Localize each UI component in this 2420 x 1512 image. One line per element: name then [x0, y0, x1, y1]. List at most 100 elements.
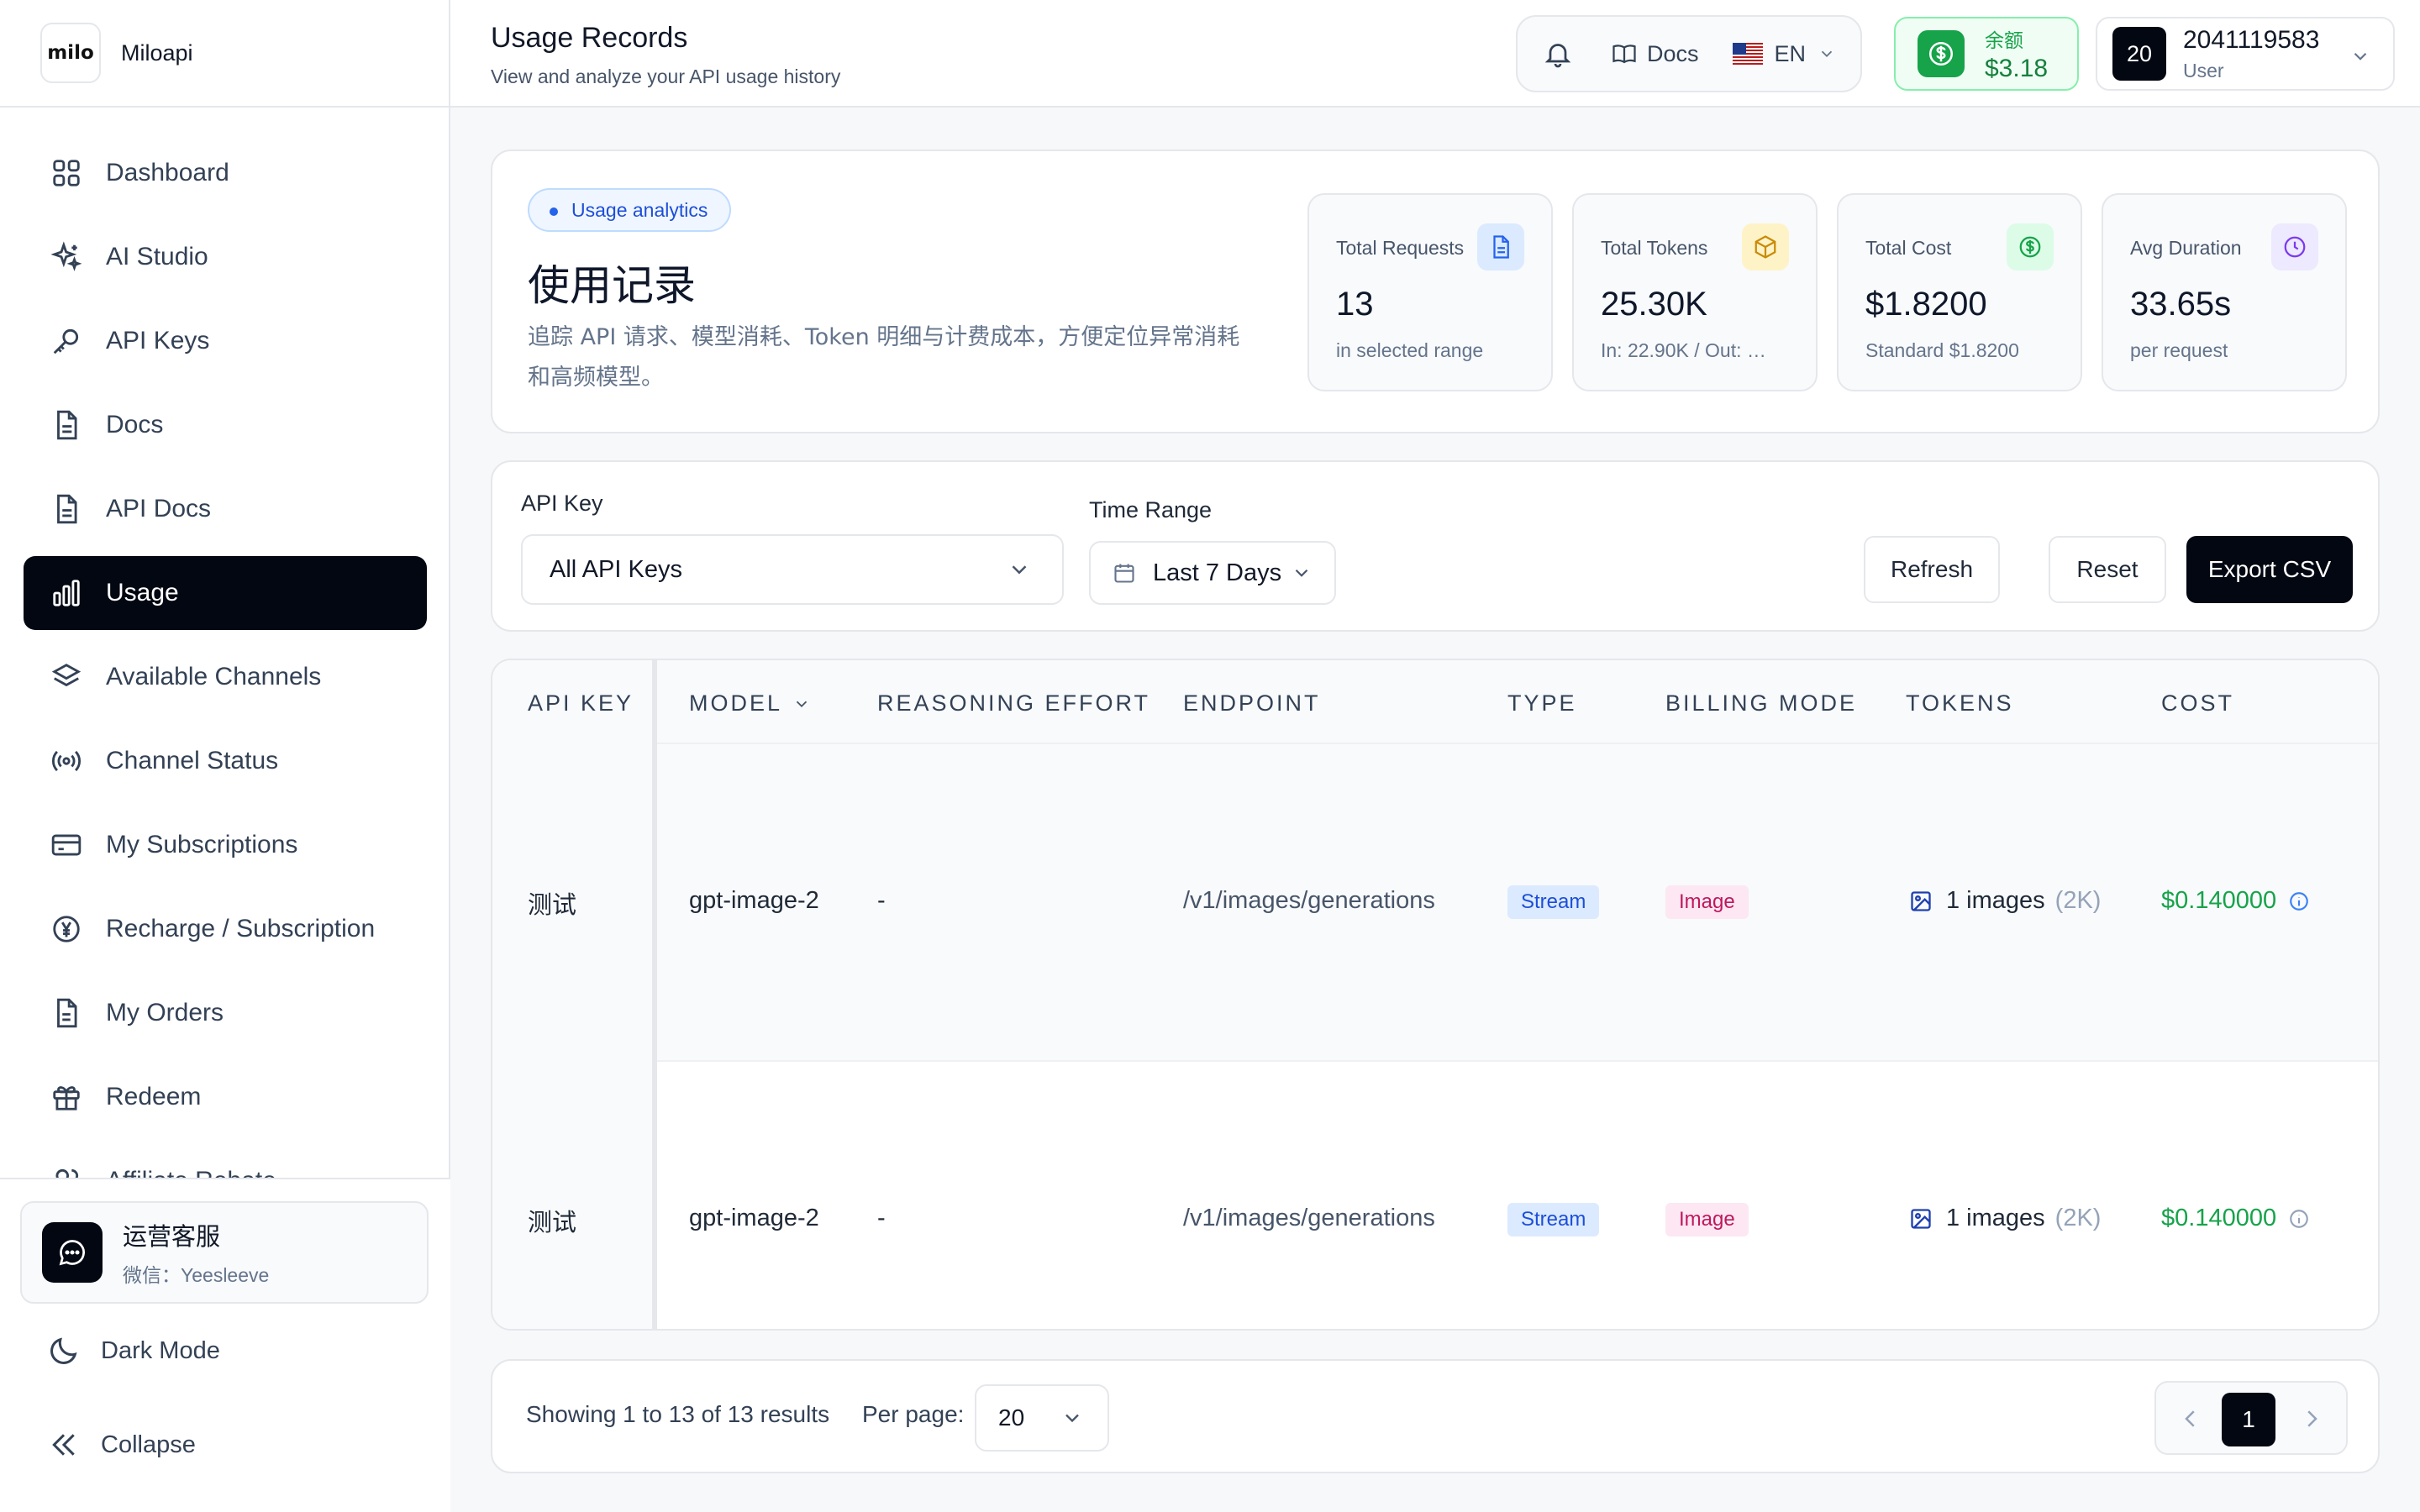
- time-range-value: Last 7 Days: [1153, 559, 1282, 586]
- refresh-button[interactable]: Refresh: [1864, 536, 2000, 603]
- sidebar-item-label: My Subscriptions: [106, 831, 298, 858]
- per-page-value: 20: [998, 1404, 1025, 1431]
- cell-tokens: 1 images (2K): [1909, 1205, 2101, 1232]
- chevron-left-icon[interactable]: [2178, 1406, 2203, 1431]
- balance-label: 余额: [1985, 29, 2023, 51]
- brand[interactable]: milo Miloapi: [0, 0, 449, 108]
- table-row[interactable]: [492, 1062, 2378, 1329]
- cell-api-key: 测试: [528, 1210, 577, 1236]
- summary-title: 使用记录: [528, 261, 696, 310]
- stat-subtitle: in selected range: [1336, 339, 1484, 361]
- stat-subtitle: per request: [2130, 339, 2228, 361]
- credit-card-icon: [50, 829, 82, 861]
- balance-badge[interactable]: 余额 $3.18: [1894, 17, 2079, 91]
- bell-icon[interactable]: [1543, 39, 1573, 69]
- avatar: 20: [2112, 27, 2166, 81]
- sidebar-item-label: Affiliate Rebate: [106, 1167, 276, 1178]
- clock-icon: [2271, 223, 2318, 270]
- type-badge: Stream: [1507, 885, 1600, 919]
- page-button-current[interactable]: 1: [2222, 1393, 2275, 1446]
- sidebar-item-affiliate[interactable]: Affiliate Rebate: [24, 1144, 427, 1178]
- stat-label: Total Cost: [1865, 237, 1952, 259]
- sidebar-item-my-orders[interactable]: My Orders: [24, 976, 427, 1050]
- cell-model: gpt-image-2: [689, 887, 819, 914]
- column-header-reasoning-effort: REASONING EFFORT: [877, 690, 1151, 716]
- cell-tokens: 1 images (2K): [1909, 887, 2101, 915]
- stat-value: 33.65s: [2130, 286, 2232, 323]
- language-label: EN: [1774, 40, 1807, 66]
- support-card[interactable]: 运营客服 微信：Yeesleeve: [20, 1201, 429, 1304]
- info-icon[interactable]: [2288, 890, 2310, 912]
- cell-reasoning-effort: -: [877, 1205, 886, 1231]
- sidebar-item-label: Dashboard: [106, 159, 229, 186]
- user-name: 2041119583: [2183, 25, 2320, 54]
- top-header: Usage Records View and analyze your API …: [450, 0, 2420, 108]
- sidebar-item-dashboard[interactable]: Dashboard: [24, 136, 427, 210]
- sidebar-item-api-keys[interactable]: API Keys: [24, 304, 427, 378]
- dollar-icon: [1918, 30, 1965, 77]
- api-key-select-value: All API Keys: [550, 555, 682, 583]
- user-menu[interactable]: 20 2041119583 User: [2096, 17, 2395, 91]
- sidebar-item-recharge[interactable]: Recharge / Subscription: [24, 892, 427, 966]
- moon-icon: [47, 1334, 81, 1368]
- sidebar-footer: 运营客服 微信：Yeesleeve Dark Mode Collapse: [0, 1178, 450, 1512]
- page-navigation: 1: [2154, 1381, 2348, 1455]
- chevron-down-icon: [1060, 1406, 1084, 1430]
- export-csv-button[interactable]: Export CSV: [2186, 536, 2353, 603]
- dark-mode-toggle[interactable]: Dark Mode: [47, 1334, 220, 1368]
- column-header-label: MODEL: [689, 690, 783, 716]
- per-page-select[interactable]: 20: [975, 1384, 1109, 1452]
- stat-label: Avg Duration: [2130, 237, 2242, 259]
- tokens-value: 1 images: [1946, 1205, 2045, 1231]
- chevron-down-icon: [1007, 557, 1032, 582]
- sidebar-item-docs[interactable]: Docs: [24, 388, 427, 462]
- tokens-detail: (2K): [2054, 887, 2102, 914]
- column-header-model[interactable]: MODEL: [689, 690, 811, 717]
- sidebar-item-label: Available Channels: [106, 663, 322, 690]
- document-icon: [1477, 223, 1524, 270]
- sidebar-item-label: AI Studio: [106, 243, 208, 270]
- sidebar-item-label: Docs: [106, 411, 164, 438]
- sidebar-item-label: API Keys: [106, 327, 210, 354]
- language-selector[interactable]: EN: [1732, 40, 1837, 67]
- collapse-label: Collapse: [101, 1431, 196, 1458]
- support-subtitle: 微信：Yeesleeve: [123, 1264, 270, 1286]
- signal-icon: [50, 745, 82, 777]
- page-title: Usage Records: [491, 22, 688, 54]
- chevron-down-icon: [1291, 562, 1313, 584]
- tokens-value: 1 images: [1946, 887, 2045, 914]
- reset-button[interactable]: Reset: [2049, 536, 2166, 603]
- cell-reasoning-effort: -: [877, 887, 886, 914]
- sidebar-item-api-docs[interactable]: API Docs: [24, 472, 427, 546]
- page-subtitle: View and analyze your API usage history: [491, 66, 841, 87]
- tokens-detail: (2K): [2054, 1205, 2102, 1231]
- stat-avg-duration: Avg Duration 33.65s per request: [2102, 193, 2347, 391]
- header-tools: Docs EN: [1516, 15, 1862, 92]
- sidebar-item-my-subscriptions[interactable]: My Subscriptions: [24, 808, 427, 882]
- usage-analytics-badge: Usage analytics: [528, 188, 732, 232]
- layers-icon: [50, 661, 82, 693]
- balance-value: $3.18: [1985, 55, 2049, 82]
- api-key-label: API Key: [521, 491, 603, 516]
- sidebar-item-label: Recharge / Subscription: [106, 915, 376, 942]
- sidebar-item-redeem[interactable]: Redeem: [24, 1060, 427, 1134]
- time-range-select[interactable]: Last 7 Days: [1089, 541, 1336, 605]
- cell-api-key: 测试: [528, 892, 577, 919]
- chevrons-left-icon: [47, 1428, 81, 1462]
- sidebar-item-channel-status[interactable]: Channel Status: [24, 724, 427, 798]
- image-icon: [1909, 1207, 1933, 1231]
- brand-name: Miloapi: [121, 39, 193, 66]
- docs-link[interactable]: Docs: [1612, 41, 1699, 67]
- sidebar-item-available-channels[interactable]: Available Channels: [24, 640, 427, 714]
- sidebar-item-usage[interactable]: Usage: [24, 556, 427, 630]
- sidebar: milo Miloapi Dashboard AI Studio API Key…: [0, 0, 450, 1512]
- collapse-button[interactable]: Collapse: [47, 1428, 196, 1462]
- info-icon[interactable]: [2288, 1208, 2310, 1230]
- yen-circle-icon: [50, 913, 82, 945]
- us-flag-icon: [1732, 43, 1763, 65]
- sidebar-item-ai-studio[interactable]: AI Studio: [24, 220, 427, 294]
- stat-total-cost: Total Cost $1.8200 Standard $1.8200: [1837, 193, 2082, 391]
- stat-subtitle: In: 22.90K / Out: …: [1601, 339, 1766, 361]
- chevron-right-icon[interactable]: [2299, 1406, 2324, 1431]
- api-key-select[interactable]: All API Keys: [521, 534, 1064, 605]
